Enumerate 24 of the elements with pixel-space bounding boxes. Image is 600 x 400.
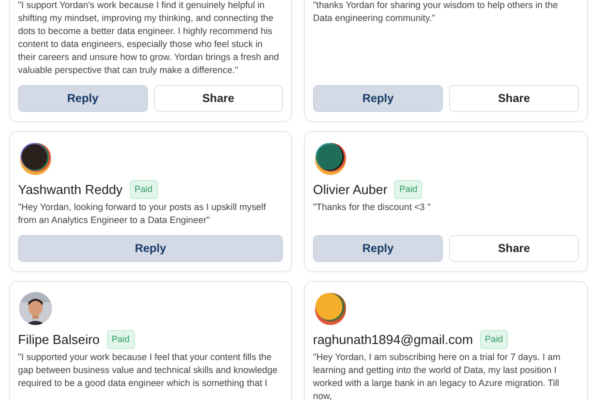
avatar-icon [19, 142, 52, 175]
reply-button[interactable]: Reply [18, 235, 283, 262]
paid-badge: Paid [480, 330, 508, 349]
commenter-name: Filipe Balseiro [18, 332, 100, 347]
comment-text: "I supported your work because I feel that your content fills the gap between business value and technical skills and knowledge required to be a good data engineer which is something that I [18, 351, 278, 390]
commenter-name: Yashwanth Reddy [18, 182, 123, 197]
avatar-icon [314, 142, 347, 175]
reply-button[interactable]: Reply [313, 85, 443, 112]
comment-text: "Thanks for the discount <3 " [313, 201, 432, 214]
commenter-name: Olivier Auber [313, 182, 388, 197]
paid-badge: Paid [130, 180, 158, 199]
share-button[interactable]: Share [154, 85, 283, 112]
share-button[interactable]: Share [449, 235, 579, 262]
comment-text: "thanks Yordan for sharing your wisdom to help others in the Data engineering community." [313, 0, 559, 25]
paid-badge: Paid [106, 330, 135, 349]
share-button[interactable]: Share [449, 85, 579, 112]
avatar-icon [314, 292, 347, 325]
commenter-name: raghunath1894@gmail.com [313, 332, 473, 347]
reply-button[interactable]: Reply [18, 85, 148, 112]
comment-text: "Hey Yordan, looking forward to your posts as I upskill myself from an Analytics Engineer to a Data Engineer" [18, 201, 267, 227]
comment-text: "Hey Yordan, I am subscribing here on a trial for 7 days. I am learning and getting into the world of Data, my last position I worked with a large bank in an legacy to Azure migration. Till now, [313, 351, 562, 400]
paid-badge: Paid [394, 180, 422, 199]
comment-text: "I support Yordan's work because I find it genuinely helpful in shifting my mindset, improving my thinking, and connecting the dots to become a better data engineer. I highly recommend his content to data engineers, especially those who feel stuck in their careers and unsure how to grow. Yordan brings a fresh and valuable perspective that can truly make a difference." [18, 0, 280, 77]
reply-button[interactable]: Reply [313, 235, 443, 262]
